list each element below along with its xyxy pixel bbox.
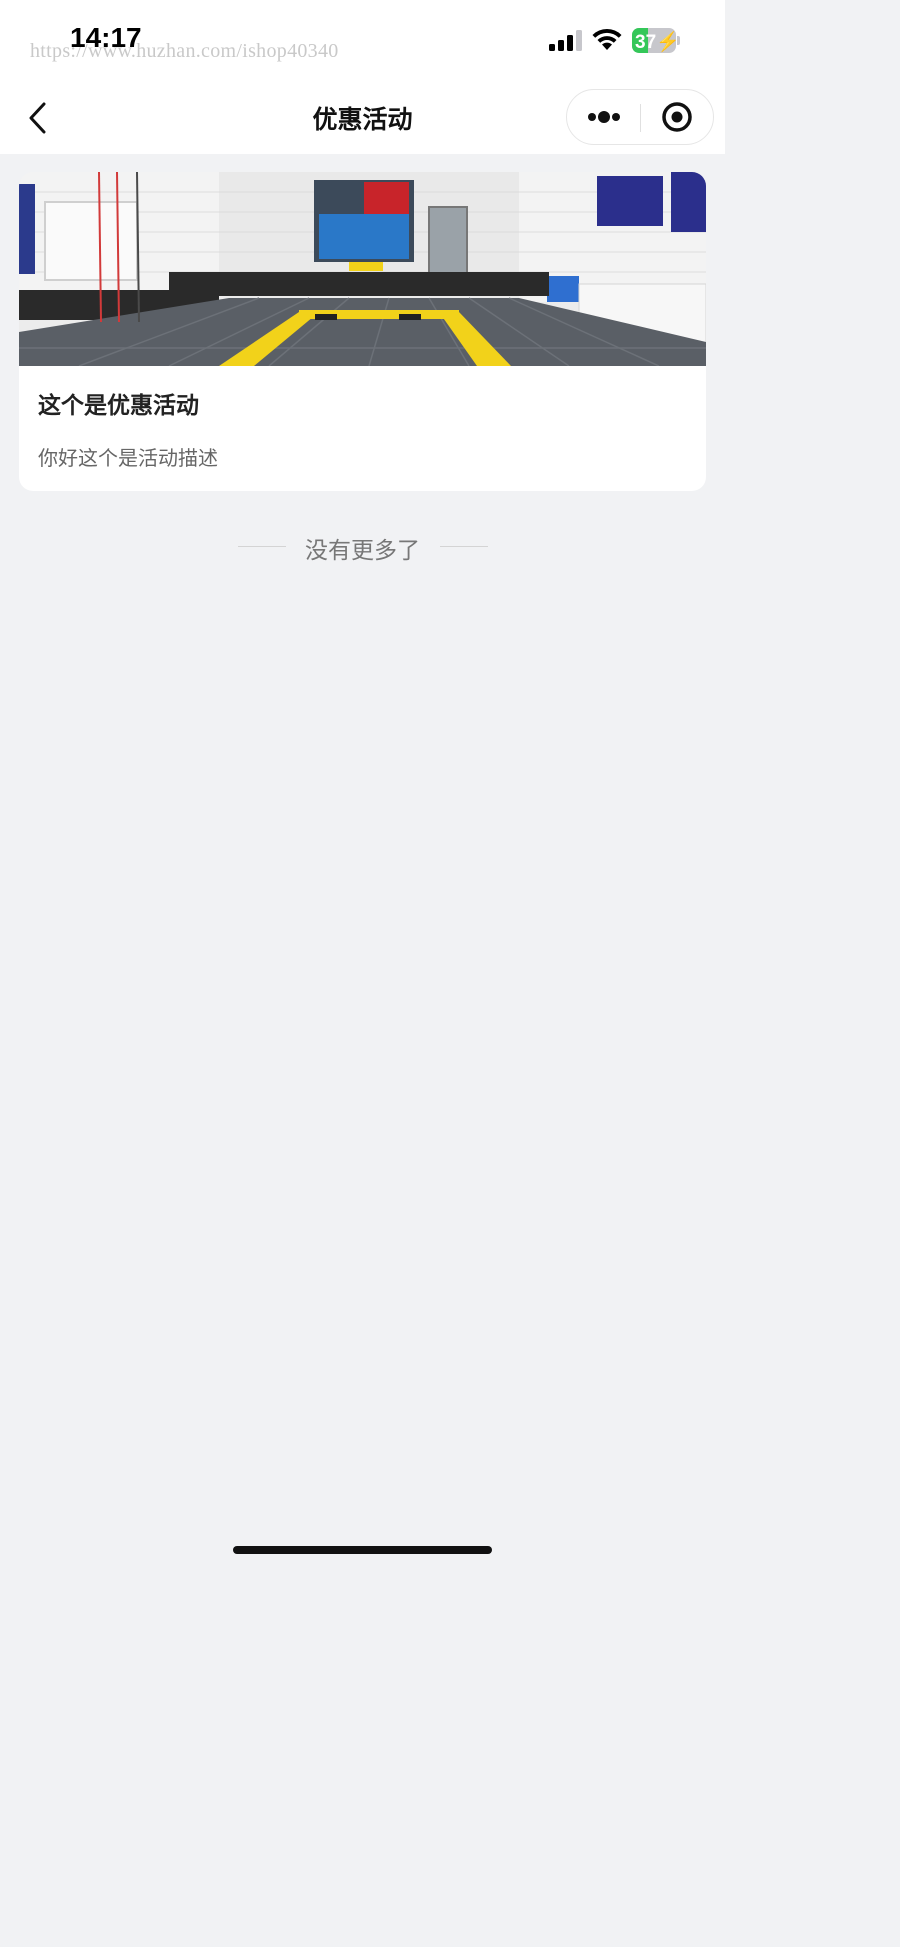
promotion-card[interactable]: 这个是优惠活动 你好这个是活动描述 xyxy=(19,172,706,491)
target-circle-icon xyxy=(662,102,692,132)
navigation-bar: 优惠活动 xyxy=(0,82,725,154)
battery-cap xyxy=(677,36,680,45)
list-end-indicator: 没有更多了 xyxy=(0,530,725,564)
screen: https://www.huzhan.com/ishop40340 14:17 … xyxy=(0,0,725,1568)
no-more-text: 没有更多了 xyxy=(305,538,420,564)
status-time: 14:17 xyxy=(70,22,142,53)
promotion-title: 这个是优惠活动 xyxy=(38,393,199,419)
more-dots-icon xyxy=(588,111,620,123)
wifi-icon xyxy=(592,28,622,50)
more-button[interactable] xyxy=(567,90,640,144)
battery-percentage: 37⚡ xyxy=(635,32,676,53)
home-indicator[interactable] xyxy=(233,1546,492,1554)
status-bar: https://www.huzhan.com/ishop40340 14:17 … xyxy=(0,0,725,82)
mini-program-capsule xyxy=(566,89,714,145)
cellular-signal-icon xyxy=(549,30,582,51)
divider-line-right xyxy=(440,546,488,547)
close-mini-program-button[interactable] xyxy=(641,90,714,144)
promotion-image xyxy=(19,172,706,366)
battery-body: 37⚡ xyxy=(632,28,676,53)
promotion-description: 你好这个是活动描述 xyxy=(38,446,218,470)
battery-icon: 37⚡ xyxy=(632,28,680,54)
